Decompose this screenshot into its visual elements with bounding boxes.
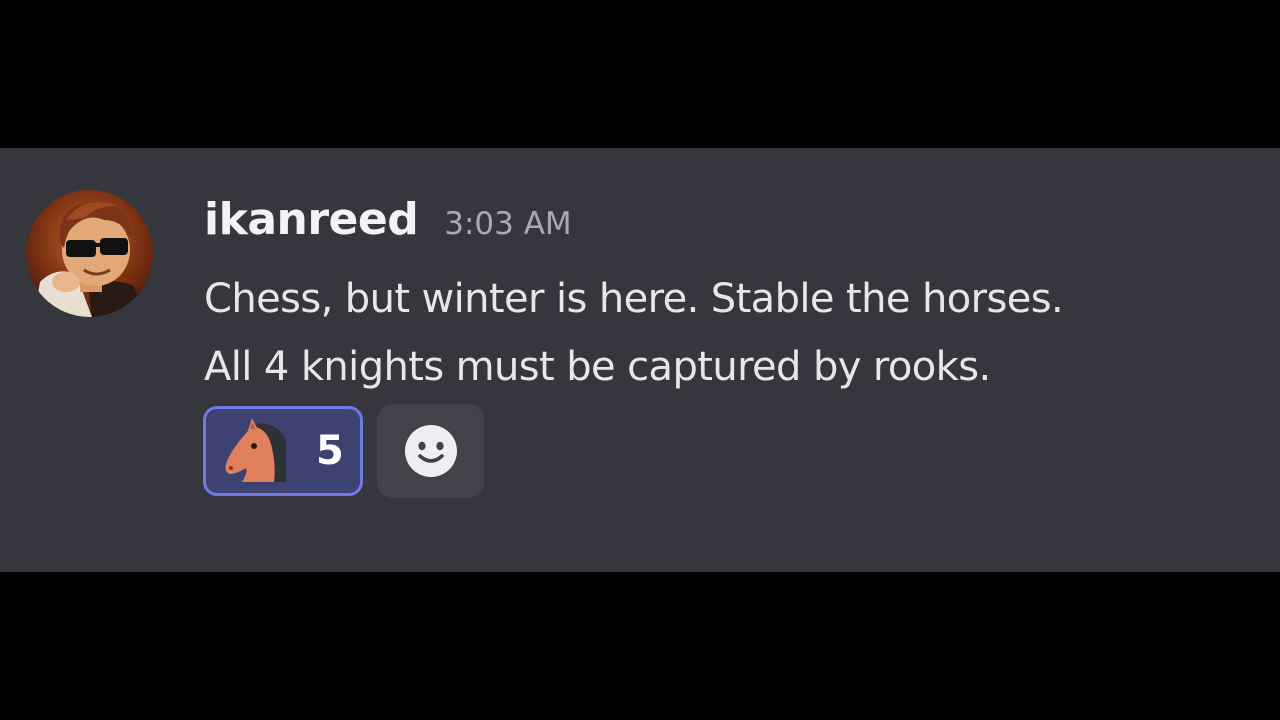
smiley-face-icon [404,425,457,477]
letterbox-top [0,0,1280,148]
message-line: All 4 knights must be captured by rooks. [204,344,991,390]
chat-message: ikanreed 3:03 AM Chess, but winter is he… [0,148,1280,572]
message-content: Chess, but winter is here. Stable the ho… [204,265,1244,401]
username[interactable]: ikanreed [204,194,419,245]
message-header: ikanreed 3:03 AM [204,194,572,254]
avatar-image [26,190,153,317]
letterbox-bottom [0,572,1280,720]
add-reaction-button[interactable] [377,404,484,498]
reactions-bar: 5 [203,404,484,498]
horse-face-icon [225,418,286,482]
avatar[interactable] [26,190,153,317]
reaction-count: 5 [316,428,344,474]
message-line: Chess, but winter is here. Stable the ho… [204,276,1064,322]
timestamp[interactable]: 3:03 AM [444,206,571,242]
reaction-horse[interactable]: 5 [203,406,363,496]
